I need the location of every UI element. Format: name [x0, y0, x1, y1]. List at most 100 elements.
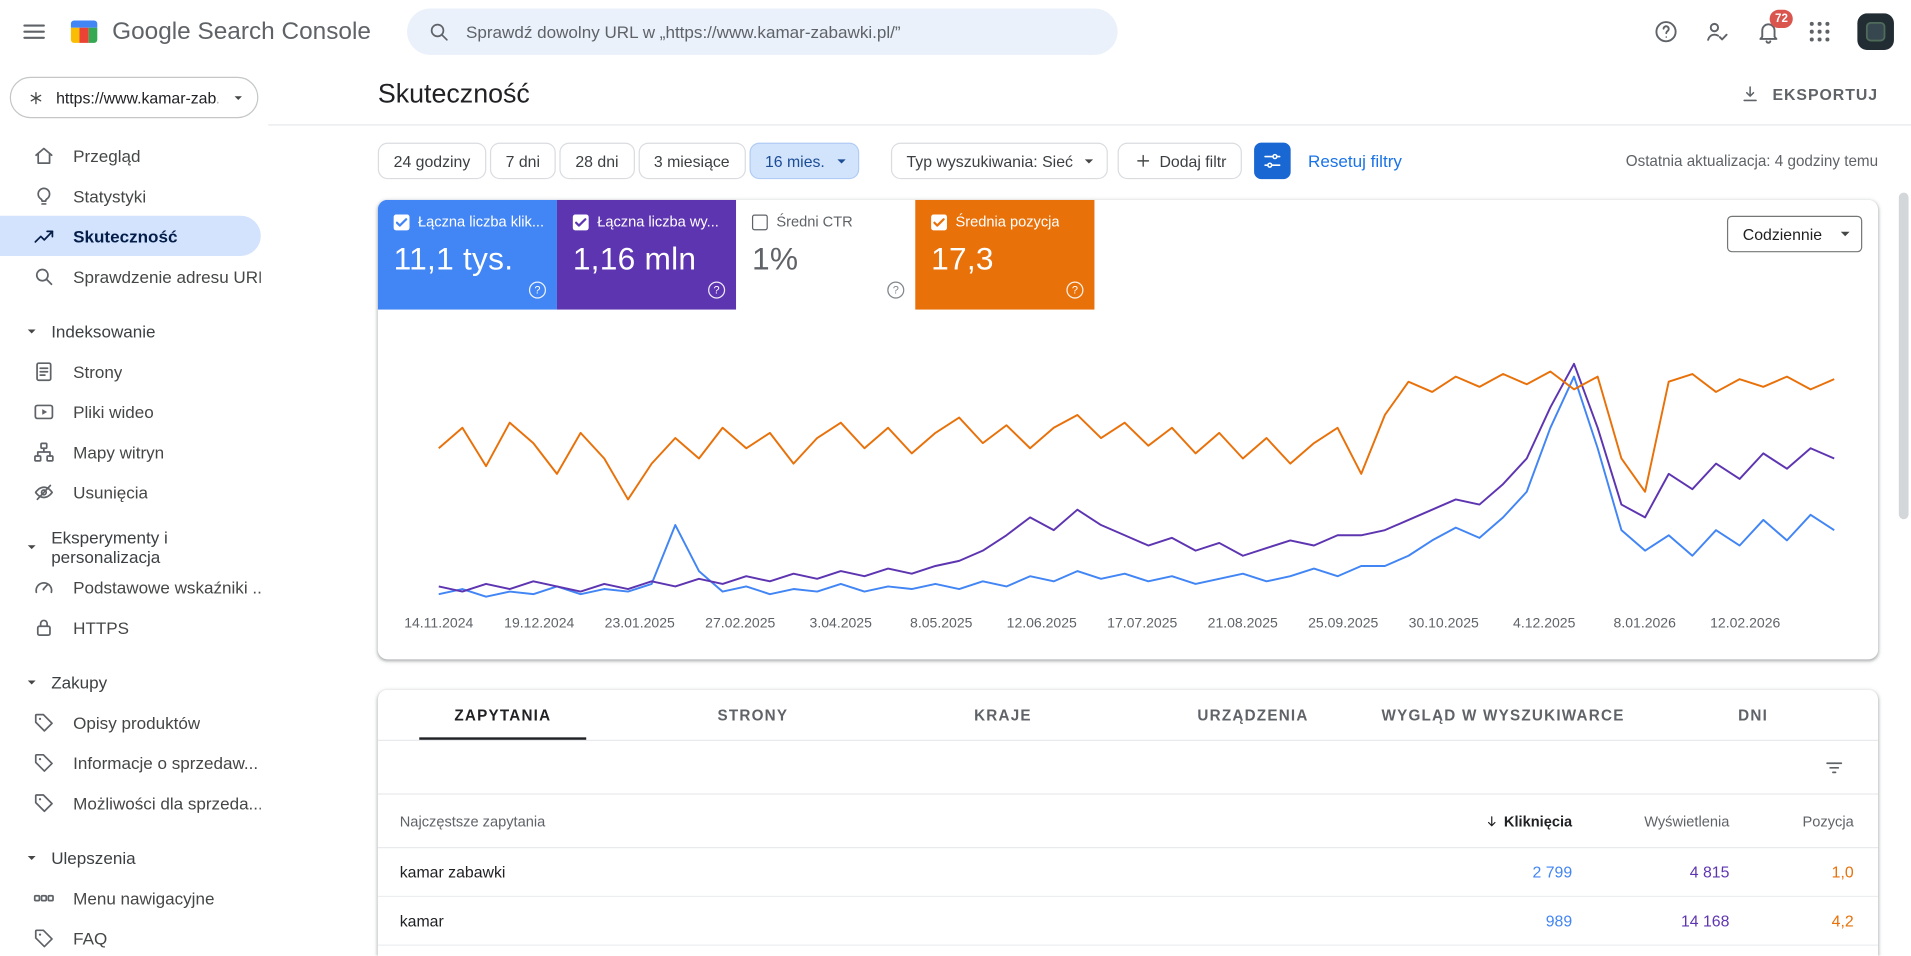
- metric-help-icon[interactable]: ?: [708, 281, 726, 299]
- sidebar-item[interactable]: Mapy witryn: [0, 431, 261, 471]
- sidebar-item-label: Pliki wideo: [73, 401, 154, 422]
- sidebar-item[interactable]: Opisy produktów: [0, 702, 261, 742]
- metric-help-icon[interactable]: ?: [1066, 281, 1084, 299]
- chart-x-label: 25.09.2025: [1308, 616, 1379, 632]
- position-value: 4,2: [1831, 911, 1854, 930]
- video-icon: [32, 399, 56, 423]
- property-type-icon: [27, 88, 45, 106]
- menu-icon[interactable]: [20, 17, 49, 46]
- caret-down-icon: [22, 537, 42, 557]
- sidebar-item[interactable]: Przegląd: [0, 135, 261, 175]
- date-range-chip[interactable]: 28 dni: [559, 142, 635, 180]
- app-logo[interactable]: Google Search Console: [68, 16, 371, 48]
- tab-kraje[interactable]: KRAJE: [878, 690, 1128, 740]
- filter-settings-button[interactable]: [1254, 142, 1291, 180]
- apps-grid-button[interactable]: [1796, 9, 1842, 55]
- last-update-text: Ostatnia aktualizacja: 4 godziny temu: [1625, 152, 1879, 170]
- table-row[interactable]: kamar 989 14 168 4,2: [377, 897, 1879, 946]
- opportunities-tag-icon: [32, 790, 56, 814]
- metric-help-icon[interactable]: ?: [887, 281, 905, 299]
- tab-wygl-d-w-wyszukiwarce[interactable]: WYGLĄD W WYSZUKIWARCE: [1378, 690, 1628, 740]
- sidebar-item[interactable]: Sprawdzenie adresu URL: [0, 256, 261, 296]
- url-search-input[interactable]: [466, 21, 1099, 42]
- sidebar-item[interactable]: Podstawowe wskaźniki ...: [0, 567, 261, 607]
- core-web-vitals-icon: [32, 575, 56, 599]
- date-range-chip[interactable]: 3 miesiące: [638, 142, 746, 180]
- removals-icon: [32, 480, 56, 504]
- plus-icon: [1134, 151, 1154, 171]
- chart-x-label: 14.11.2024: [404, 616, 474, 632]
- chart-granularity-select[interactable]: Codziennie: [1726, 215, 1863, 253]
- sidebar-item[interactable]: Usunięcia: [0, 472, 261, 512]
- performance-chart-card: Łączna liczba klik... 11,1 tys.? Łączna li…: [377, 199, 1879, 660]
- sidebar-item[interactable]: Możliwości dla sprzeda...: [0, 782, 261, 822]
- metric-help-icon[interactable]: ?: [528, 281, 546, 299]
- export-button[interactable]: EKSPORTUJ: [1740, 83, 1879, 105]
- help-button[interactable]: [1643, 9, 1689, 55]
- download-icon: [1740, 83, 1762, 105]
- table-filter-row: [377, 741, 1879, 795]
- date-range-chip[interactable]: 7 dni: [489, 142, 556, 180]
- sidebar-item-label: FAQ: [73, 928, 108, 948]
- metric-checkbox[interactable]: [751, 213, 768, 230]
- sidebar-item[interactable]: Menu nawigacyjne: [0, 878, 261, 918]
- pages-icon: [32, 359, 56, 383]
- tab-strony[interactable]: STRONY: [628, 690, 878, 740]
- title-row: Skuteczność EKSPORTUJ: [268, 63, 1911, 126]
- sidebar-item[interactable]: FAQ: [0, 918, 261, 956]
- notifications-button[interactable]: 72: [1745, 9, 1793, 55]
- sidebar-section-header[interactable]: Ulepszenia: [0, 839, 268, 878]
- performance-icon: [32, 224, 56, 248]
- sidebar-item-label: Mapy witryn: [73, 441, 165, 462]
- caret-down-icon: [831, 151, 852, 172]
- sidebar-item-label: Sprawdzenie adresu URL: [73, 266, 261, 286]
- property-selector[interactable]: https://www.kamar-zab...: [9, 76, 259, 119]
- metric-card[interactable]: Łączna liczba wy... 1,16 mln?: [556, 199, 737, 310]
- sidebar-item[interactable]: Strony: [0, 351, 261, 391]
- sidebar-section-header[interactable]: Indeksowanie: [0, 312, 268, 351]
- metric-card[interactable]: Średnia pozycja 17,3?: [915, 199, 1095, 310]
- metric-checkbox[interactable]: [393, 213, 410, 230]
- impressions-value: 4 815: [1689, 862, 1730, 882]
- search-type-filter-chip[interactable]: Typ wyszukiwania: Sieć: [890, 142, 1109, 180]
- top-bar: Google Search Console 72: [0, 0, 1911, 64]
- metric-card[interactable]: Łączna liczba klik... 11,1 tys.?: [377, 199, 557, 310]
- reset-filters-link[interactable]: Resetuj filtry: [1308, 151, 1402, 171]
- sidebar-item[interactable]: Statystyki: [0, 176, 261, 216]
- lightbulb-icon: [32, 183, 56, 207]
- impressions-column-header[interactable]: Wyświetlenia: [1572, 812, 1729, 829]
- caret-down-icon: [22, 848, 42, 868]
- chart-x-labels: 14.11.2024 19.12.2024 23.01.2025 27.02.2025…: [378, 617, 1878, 637]
- sidebar-section-header[interactable]: Eksperymenty i personalizacja: [0, 528, 268, 567]
- metric-checkbox[interactable]: [931, 213, 947, 230]
- merchant-tag-icon: [32, 750, 56, 774]
- sidebar-section-header[interactable]: Zakupy: [0, 663, 268, 702]
- table-filter-icon[interactable]: [1822, 755, 1846, 779]
- position-column-header[interactable]: Pozycja: [1729, 812, 1853, 829]
- sidebar-item-label: Podstawowe wskaźniki ...: [73, 577, 261, 597]
- chart-x-label: 12.02.2026: [1710, 616, 1781, 632]
- metric-label: Łączna liczba klik...: [418, 213, 545, 231]
- sidebar-item[interactable]: HTTPS: [0, 607, 261, 647]
- profile-avatar[interactable]: [1857, 13, 1894, 50]
- product-tag-icon: [32, 710, 56, 734]
- metric-card[interactable]: Średni CTR 1%?: [736, 199, 916, 310]
- chart-x-label: 8.01.2026: [1613, 616, 1676, 632]
- user-settings-button[interactable]: [1694, 9, 1740, 55]
- tab-urz-dzenia[interactable]: URZĄDZENIA: [1128, 690, 1378, 740]
- add-filter-button[interactable]: Dodaj filtr: [1118, 142, 1243, 180]
- tab-dni[interactable]: DNI: [1628, 690, 1878, 740]
- caret-down-icon: [22, 673, 42, 693]
- date-range-chip-selected[interactable]: 16 mies.: [749, 142, 859, 180]
- sidebar-item[interactable]: Pliki wideo: [0, 391, 261, 431]
- table-row[interactable]: kamar zabawki 2 799 4 815 1,0: [377, 848, 1879, 897]
- date-range-chip[interactable]: 24 godziny: [377, 142, 487, 180]
- clicks-column-header[interactable]: Kliknięcia: [1389, 812, 1572, 829]
- metric-checkbox[interactable]: [572, 213, 589, 230]
- sidebar-item[interactable]: Skuteczność: [0, 215, 261, 256]
- url-inspection-search[interactable]: [407, 8, 1119, 55]
- vertical-scrollbar[interactable]: [1898, 192, 1909, 520]
- selected-range-label: 16 mies.: [764, 151, 825, 171]
- tab-zapytania[interactable]: ZAPYTANIA: [378, 690, 628, 740]
- sidebar-item[interactable]: Informacje o sprzedaw...: [0, 742, 261, 782]
